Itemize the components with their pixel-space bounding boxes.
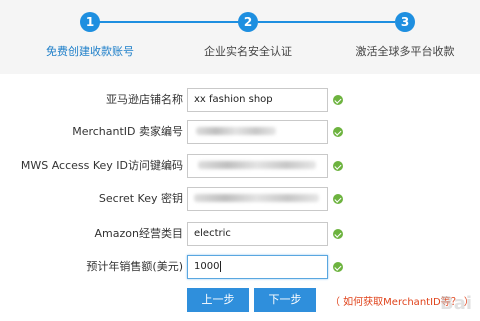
step-2-label: 企业实名安全认证 [204, 45, 292, 58]
step-3-circle: 3 [395, 12, 415, 32]
check-icon [333, 262, 343, 272]
text-caret [220, 260, 222, 272]
form-row-access-key: MWS Access Key ID访问键编码 [0, 154, 480, 178]
store-name-label: 亚马逊店铺名称 [106, 93, 183, 106]
secret-key-label: Secret Key 密钥 [98, 192, 183, 205]
check-icon [333, 127, 343, 137]
access-key-input[interactable] [187, 154, 328, 178]
form-row-merchant-id: MerchantID 卖家编号 [0, 120, 480, 144]
check-icon [333, 161, 343, 171]
annual-sales-value: 1000 [194, 261, 220, 272]
annual-sales-label: 预计年销售额(美元) [86, 260, 183, 273]
check-icon [333, 194, 343, 204]
category-label: Amazon经营类目 [94, 227, 183, 240]
merchant-id-label: MerchantID 卖家编号 [72, 125, 183, 138]
form-row-category: Amazon经营类目 electric [0, 222, 480, 246]
redacted-value [194, 194, 319, 202]
step-1-circle: 1 [80, 12, 100, 32]
form-row-secret-key: Secret Key 密钥 [0, 187, 480, 211]
step-1-label: 免费创建收款账号 [46, 45, 134, 58]
store-name-input[interactable]: xx fashion shop [187, 88, 328, 112]
next-step-button[interactable]: 下一步 [254, 288, 316, 312]
category-input[interactable]: electric [187, 222, 328, 246]
merchant-id-input[interactable] [187, 120, 328, 144]
step-2-circle: 2 [238, 12, 258, 32]
check-icon [333, 95, 343, 105]
access-key-label: MWS Access Key ID访问键编码 [20, 159, 183, 172]
annual-sales-input[interactable]: 1000 [187, 255, 328, 279]
progress-steps: 1 2 3 免费创建收款账号 企业实名安全认证 激活全球多平台收款 [0, 0, 480, 74]
form-row-store-name: 亚马逊店铺名称 xx fashion shop [0, 88, 480, 112]
watermark-logo: Bai [439, 293, 473, 314]
prev-step-button[interactable]: 上一步 [187, 288, 249, 312]
redacted-value [198, 161, 316, 169]
check-icon [333, 229, 343, 239]
step-3-label: 激活全球多平台收款 [355, 45, 455, 58]
secret-key-input[interactable] [187, 187, 328, 211]
step-connector [258, 21, 395, 23]
step-connector [93, 21, 240, 23]
form-row-annual-sales: 预计年销售额(美元) 1000 [0, 255, 480, 279]
redacted-value [196, 127, 276, 135]
